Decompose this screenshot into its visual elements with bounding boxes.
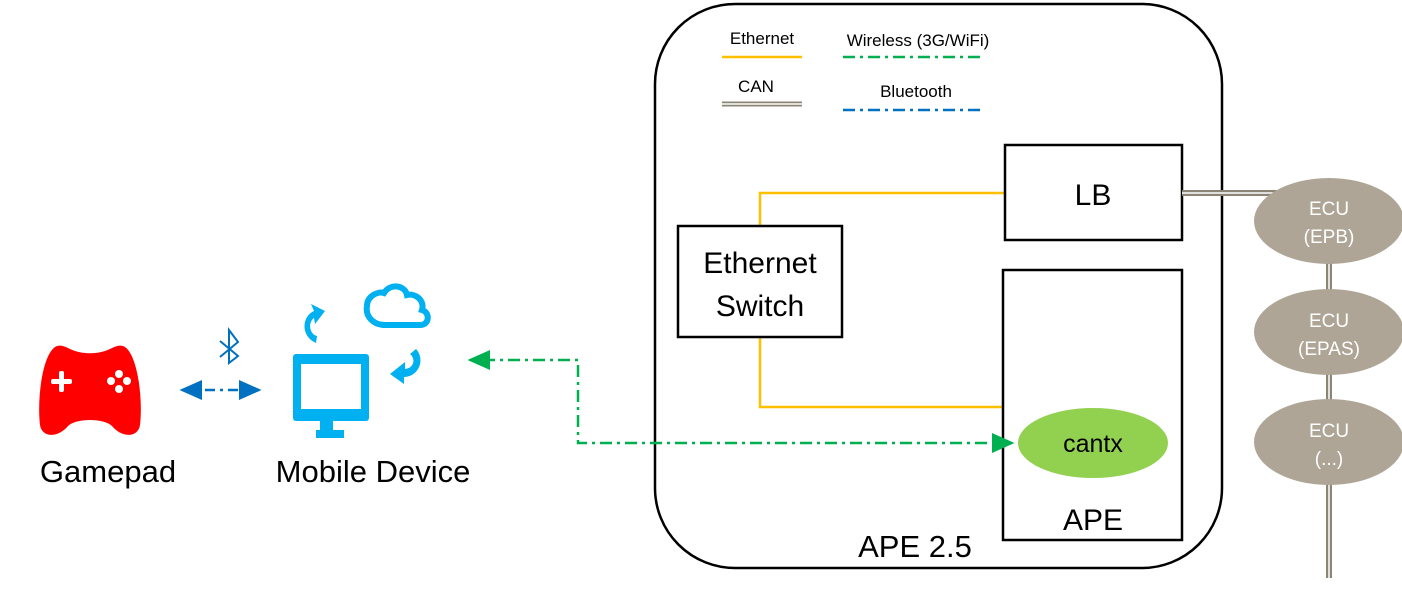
legend-bluetooth-label: Bluetooth — [880, 82, 952, 101]
ape-label: APE — [1063, 504, 1123, 537]
wireless-link — [467, 350, 1015, 453]
ethernet-link-ape — [758, 337, 1003, 409]
architecture-diagram: APE 2.5 Ethernet Wireless (3G/WiFi) CAN … — [39, 2, 1402, 578]
ecu-other: ECU (...) — [1254, 399, 1402, 485]
ecu-epb: ECU (EPB) — [1254, 178, 1402, 264]
container-label: APE 2.5 — [858, 529, 972, 564]
ecu-epas: ECU (EPAS) — [1254, 289, 1402, 375]
mobile-device-label: Mobile Device — [276, 454, 471, 489]
gamepad-icon — [39, 345, 141, 435]
ape-box — [1001, 268, 1184, 542]
svg-text:(EPAS): (EPAS) — [1298, 339, 1360, 360]
cantx-label: cantx — [1063, 430, 1123, 458]
bluetooth-icon — [219, 327, 240, 366]
svg-text:ECU: ECU — [1309, 421, 1349, 442]
svg-text:ECU: ECU — [1309, 199, 1349, 220]
legend: Ethernet Wireless (3G/WiFi) CAN Bluetoot… — [722, 29, 990, 112]
switch-label-2: Switch — [716, 290, 804, 323]
legend-can-label: CAN — [738, 77, 774, 96]
legend-wireless-label: Wireless (3G/WiFi) — [847, 31, 990, 50]
gamepad-label: Gamepad — [40, 454, 176, 489]
svg-text:(...): (...) — [1315, 449, 1344, 470]
ethernet-link-lb — [758, 191, 1005, 226]
svg-text:(EPB): (EPB) — [1304, 227, 1355, 248]
lb-label: LB — [1075, 179, 1112, 212]
svg-text:ECU: ECU — [1309, 311, 1349, 332]
mobile-device-icon — [293, 283, 431, 438]
switch-label-1: Ethernet — [703, 247, 817, 280]
legend-ethernet-label: Ethernet — [730, 29, 795, 48]
